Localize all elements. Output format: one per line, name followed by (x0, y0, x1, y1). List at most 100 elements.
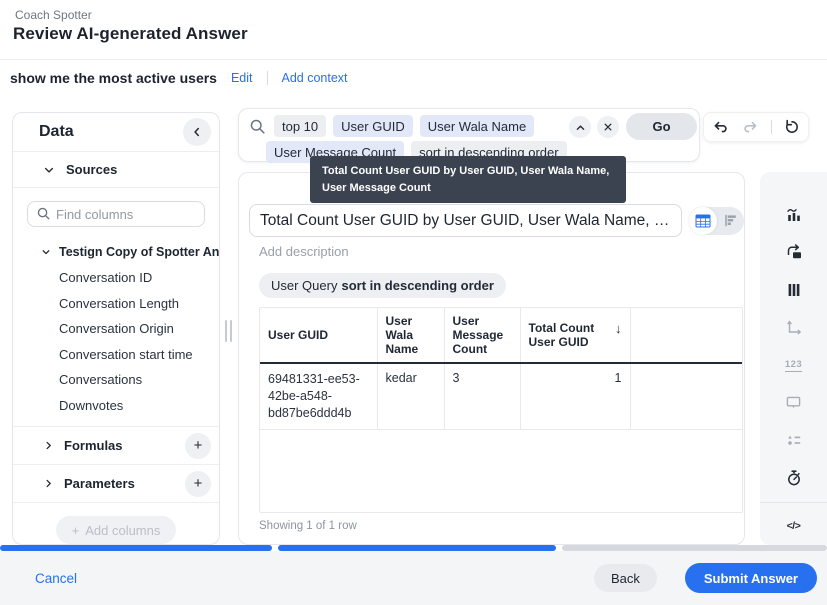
answer-title-input[interactable] (249, 204, 682, 237)
data-panel-header: Data (13, 113, 219, 152)
columns-icon[interactable] (775, 271, 813, 309)
axes-icon (775, 309, 813, 347)
chevron-down-icon (43, 164, 55, 176)
view-toggle (689, 207, 744, 235)
collapse-panel-button[interactable] (183, 118, 211, 146)
column-header-sorted[interactable]: Total Count User GUID ↓ (520, 308, 630, 363)
columns-tree: Testign Copy of Spotter Ana... Conversat… (13, 235, 219, 426)
chevron-right-icon[interactable] (43, 440, 54, 451)
column-header[interactable]: User Wala Name (377, 308, 444, 363)
query-interpretation-tooltip: Total Count User GUID by User GUID, User… (310, 156, 626, 203)
query-token[interactable]: User GUID (333, 115, 413, 137)
history-divider (771, 120, 772, 134)
chip-modifier: sort in descending order (341, 278, 493, 293)
answer-title-row (249, 204, 744, 237)
panel-resize-handle[interactable] (225, 320, 232, 342)
chart-view-button[interactable] (717, 207, 745, 235)
wizard-progress (0, 545, 827, 551)
sources-section-toggle[interactable]: Sources (13, 152, 219, 188)
add-formula-button[interactable]: + (185, 433, 211, 459)
app-kicker: Coach Spotter (15, 8, 92, 22)
data-panel-title: Data (39, 123, 74, 141)
close-icon (603, 122, 613, 132)
column-header-empty (630, 308, 742, 363)
progress-step-3 (562, 545, 827, 551)
redo-button[interactable] (741, 117, 761, 137)
formulas-label: Formulas (64, 438, 123, 453)
submit-answer-button[interactable]: Submit Answer (685, 563, 817, 593)
row-count-status: Showing 1 of 1 row (259, 520, 744, 532)
plus-icon: + (72, 523, 80, 538)
table-view-button[interactable] (689, 207, 717, 235)
search-icon (36, 206, 51, 221)
find-columns-input[interactable] (27, 201, 205, 227)
answer-card: Add description User Query sort in desce… (238, 172, 745, 545)
cell-empty (630, 363, 742, 429)
data-panel: Data Sources (12, 112, 220, 545)
column-item[interactable]: Downvotes (13, 393, 219, 419)
chart-insights-icon[interactable] (775, 196, 813, 234)
sources-label: Sources (66, 162, 117, 177)
table-icon (695, 214, 711, 228)
footer-bar: Cancel Back Submit Answer (0, 551, 827, 605)
schedule-timer-icon[interactable] (775, 459, 813, 497)
source-node[interactable]: Testign Copy of Spotter Ana... (13, 239, 219, 265)
column-item[interactable]: Conversation ID (13, 265, 219, 291)
header-divider (0, 59, 827, 60)
column-item[interactable]: Conversation start time (13, 342, 219, 368)
cell-user-guid[interactable]: 69481331-ee53-42be-a548-bd87be6ddd4b (260, 363, 377, 429)
add-columns-button[interactable]: + Add columns (56, 516, 177, 544)
add-columns-wrap: + Add columns (13, 502, 219, 545)
answer-toolbar: 123 </> (760, 172, 827, 545)
edit-query-link[interactable]: Edit (231, 71, 253, 85)
clear-search-button[interactable] (597, 116, 619, 138)
add-context-link[interactable]: Add context (282, 71, 348, 85)
query-token-bar: top 10 User GUID User Wala Name User Mes… (238, 108, 700, 162)
coach-spotter-screen: Coach Spotter Review AI-generated Answer… (0, 0, 827, 605)
column-header-label: Total Count User GUID (529, 321, 612, 349)
result-table-container: User GUID User Wala Name User Message Co… (259, 307, 743, 513)
column-header[interactable]: User GUID (260, 308, 377, 363)
add-columns-label: Add columns (85, 523, 160, 538)
cancel-link[interactable]: Cancel (35, 571, 77, 586)
column-header[interactable]: User Message Count (444, 308, 520, 363)
user-query-text: show me the most active users (10, 70, 217, 86)
code-icon[interactable]: </> (775, 507, 813, 545)
cell-user-wala-name[interactable]: kedar (377, 363, 444, 429)
chevron-up-icon (575, 122, 586, 133)
column-item[interactable]: Conversation Length (13, 291, 219, 317)
column-item[interactable]: Conversations (13, 367, 219, 393)
collapse-search-button[interactable] (569, 116, 591, 138)
search-icon (249, 118, 266, 135)
go-button[interactable]: Go (626, 113, 697, 140)
table-row: 69481331-ee53-42be-a548-bd87be6ddd4b ked… (260, 363, 742, 429)
chevron-left-icon (190, 125, 204, 139)
find-columns-wrap (13, 188, 219, 235)
reset-button[interactable] (782, 117, 802, 137)
cell-total-count[interactable]: 1 (520, 363, 630, 429)
back-button[interactable]: Back (594, 564, 657, 592)
source-name: Testign Copy of Spotter Ana... (59, 245, 220, 259)
parameters-section: Parameters + (13, 464, 219, 502)
history-controls (703, 112, 809, 142)
progress-step-1 (0, 545, 272, 551)
chevron-right-icon[interactable] (43, 478, 54, 489)
cell-user-message-count[interactable]: 3 (444, 363, 520, 429)
query-row: show me the most active users Edit Add c… (10, 70, 348, 86)
formulas-section: Formulas + (13, 426, 219, 464)
table-header-row: User GUID User Wala Name User Message Co… (260, 308, 742, 363)
sort-descending-icon[interactable]: ↓ (615, 321, 622, 336)
add-parameter-button[interactable]: + (185, 471, 211, 497)
user-query-chip[interactable]: User Query sort in descending order (259, 273, 506, 298)
legend-icon (775, 421, 813, 459)
query-token[interactable]: top 10 (274, 115, 326, 137)
bar-chart-icon (723, 213, 738, 228)
add-description-placeholder[interactable]: Add description (259, 244, 744, 259)
column-item[interactable]: Conversation Origin (13, 316, 219, 342)
number-format-icon: 123 (775, 346, 813, 384)
chip-prefix: User Query (271, 278, 337, 293)
change-visualization-icon[interactable] (775, 234, 813, 272)
query-token[interactable]: User Wala Name (420, 115, 534, 137)
page-title: Review AI-generated Answer (13, 24, 248, 44)
undo-button[interactable] (711, 117, 731, 137)
